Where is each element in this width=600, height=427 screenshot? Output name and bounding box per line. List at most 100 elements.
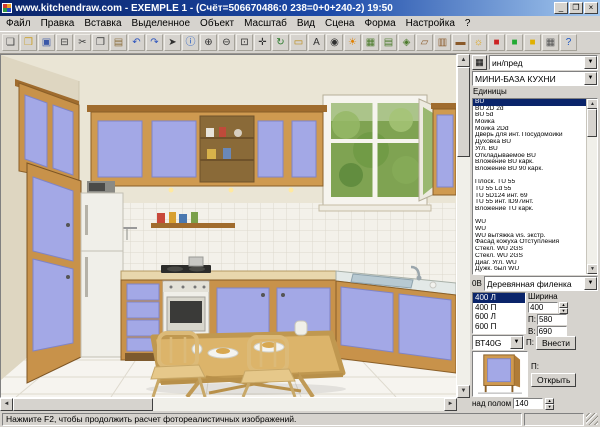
toolbar-button[interactable]: ↶ bbox=[128, 34, 145, 51]
hscroll-thumb[interactable] bbox=[13, 398, 153, 411]
list-item[interactable]: Откладываемое BU bbox=[473, 153, 586, 160]
list-scroll-thumb[interactable] bbox=[587, 109, 597, 137]
open-button[interactable]: Открыть bbox=[531, 373, 576, 387]
toolbar-button[interactable]: ▭ bbox=[290, 34, 307, 51]
menu-item[interactable]: Вставка bbox=[79, 17, 126, 30]
menu-item[interactable]: Объект bbox=[195, 17, 239, 30]
catalog-grid-button[interactable]: ▦ bbox=[472, 55, 487, 70]
menu-item[interactable]: Файл bbox=[1, 17, 36, 30]
scroll-up-icon[interactable]: ▲ bbox=[457, 54, 470, 67]
code-select[interactable]: ВТ40G ▼ bbox=[472, 335, 524, 350]
variant-item[interactable]: 600 П bbox=[473, 322, 525, 332]
design-canvas[interactable] bbox=[0, 54, 457, 398]
width-stepper[interactable]: ▲▼ bbox=[559, 302, 568, 313]
list-item[interactable]: Плоск. TU 55 bbox=[473, 179, 586, 186]
toolbar-button[interactable]: ↻ bbox=[272, 34, 289, 51]
toolbar-button[interactable]: ⊟ bbox=[56, 34, 73, 51]
chevron-down-icon[interactable]: ▼ bbox=[584, 56, 597, 69]
toolbar-button[interactable]: A bbox=[308, 34, 325, 51]
list-item[interactable]: Угл. BU bbox=[473, 146, 586, 153]
variant-item[interactable]: 600 Л bbox=[473, 312, 525, 322]
insert-button[interactable]: Внести bbox=[536, 336, 576, 350]
list-item[interactable]: WU вытяжка vis. экстр. bbox=[473, 233, 586, 240]
list-item[interactable]: WU bbox=[473, 219, 586, 226]
list-item[interactable]: BU 2D 2d bbox=[473, 106, 586, 113]
list-item[interactable]: Стекл. WU 2GS bbox=[473, 253, 586, 260]
list-vscrollbar[interactable]: ▲ ▼ bbox=[586, 99, 597, 274]
spin-down-icon[interactable]: ▼ bbox=[545, 404, 554, 410]
list-item[interactable]: Вложение BU 90 карк. bbox=[473, 166, 586, 173]
list-item[interactable]: Фасад кожуха Отступления bbox=[473, 239, 586, 246]
list-item[interactable]: Мойка bbox=[473, 119, 586, 126]
mode-select[interactable]: ин/пред ▼ bbox=[489, 55, 598, 70]
list-item[interactable] bbox=[473, 213, 586, 220]
toolbar-button[interactable]: ▱ bbox=[416, 34, 433, 51]
scroll-down-icon[interactable]: ▼ bbox=[457, 385, 470, 398]
toolbar-button[interactable]: ◉ bbox=[326, 34, 343, 51]
menu-item[interactable]: Настройка bbox=[401, 17, 460, 30]
list-item[interactable]: TU 55 Ld 55 bbox=[473, 186, 586, 193]
menu-item[interactable]: Масштаб bbox=[239, 17, 292, 30]
toolbar-button[interactable]: ▦ bbox=[542, 34, 559, 51]
minimize-button[interactable]: _ bbox=[554, 2, 568, 14]
list-item[interactable]: TU 55 инт. ID97инт. bbox=[473, 199, 586, 206]
width-field[interactable] bbox=[528, 302, 558, 313]
list-item[interactable]: BU 5d bbox=[473, 112, 586, 119]
toolbar-button[interactable]: ▤ bbox=[110, 34, 127, 51]
toolbar-button[interactable]: ■ bbox=[488, 34, 505, 51]
list-item[interactable]: BU bbox=[473, 99, 586, 106]
toolbar-button[interactable]: ❐ bbox=[92, 34, 109, 51]
vscroll-thumb[interactable] bbox=[457, 67, 470, 157]
list-item[interactable]: Дверь для инт. Посудомойки bbox=[473, 132, 586, 139]
floor-height-field[interactable] bbox=[513, 398, 543, 409]
toolbar-button[interactable]: ▦ bbox=[362, 34, 379, 51]
maximize-button[interactable]: ❐ bbox=[569, 2, 583, 14]
cabinet-preview[interactable] bbox=[472, 351, 528, 397]
catalog-select[interactable]: МИНИ-БАЗА КУХНИ ▼ bbox=[472, 71, 598, 86]
list-item[interactable]: Стекл. WU 2GS bbox=[473, 246, 586, 253]
toolbar-button[interactable]: ? bbox=[560, 34, 577, 51]
variant-item[interactable]: 400 П bbox=[473, 303, 525, 313]
toolbar-button[interactable]: ■ bbox=[506, 34, 523, 51]
toolbar-button[interactable]: ▣ bbox=[38, 34, 55, 51]
toolbar-button[interactable]: ▥ bbox=[434, 34, 451, 51]
list-item[interactable]: Вложение BU карк. bbox=[473, 159, 586, 166]
toolbar-button[interactable]: ▬ bbox=[452, 34, 469, 51]
toolbar-button[interactable]: ⓘ bbox=[182, 34, 199, 51]
toolbar-button[interactable]: ⊖ bbox=[218, 34, 235, 51]
list-item[interactable]: Дужк. был WU bbox=[473, 266, 586, 273]
toolbar-button[interactable]: ↷ bbox=[146, 34, 163, 51]
menu-item[interactable]: Форма bbox=[359, 17, 400, 30]
list-item[interactable] bbox=[473, 173, 586, 180]
toolbar-button[interactable]: ▤ bbox=[380, 34, 397, 51]
menu-item[interactable]: Выделенное bbox=[127, 17, 196, 30]
scroll-up-icon[interactable]: ▲ bbox=[587, 99, 598, 109]
toolbar-button[interactable]: ❒ bbox=[20, 34, 37, 51]
canvas-vscrollbar[interactable]: ▲ ▼ bbox=[457, 54, 470, 398]
toolbar-button[interactable]: ☼ bbox=[470, 34, 487, 51]
toolbar-button[interactable]: ✛ bbox=[254, 34, 271, 51]
toolbar-button[interactable]: ➤ bbox=[164, 34, 181, 51]
list-item[interactable]: Духовка BU bbox=[473, 139, 586, 146]
depth-field[interactable] bbox=[537, 314, 567, 325]
resize-grip[interactable] bbox=[586, 413, 598, 425]
list-item[interactable]: Мойка 2Dd bbox=[473, 126, 586, 133]
menu-item[interactable]: Вид bbox=[292, 17, 320, 30]
list-item[interactable]: Диаг. Угл. WU bbox=[473, 260, 586, 267]
chevron-down-icon[interactable]: ▼ bbox=[510, 336, 523, 349]
scroll-down-icon[interactable]: ▼ bbox=[587, 264, 598, 274]
list-item[interactable]: WU bbox=[473, 226, 586, 233]
chevron-down-icon[interactable]: ▼ bbox=[584, 277, 597, 290]
menu-item[interactable]: ? bbox=[460, 17, 476, 30]
floor-height-stepper[interactable]: ▲▼ bbox=[545, 398, 554, 409]
close-button[interactable]: × bbox=[584, 2, 598, 14]
chevron-down-icon[interactable]: ▼ bbox=[584, 72, 597, 85]
toolbar-button[interactable]: ✂ bbox=[74, 34, 91, 51]
list-item[interactable]: Вложение TU карк. bbox=[473, 206, 586, 213]
toolbar-button[interactable]: ⊕ bbox=[200, 34, 217, 51]
menu-item[interactable]: Правка bbox=[36, 17, 80, 30]
list-item[interactable]: TU 5D124 инт. 69 bbox=[473, 193, 586, 200]
menu-item[interactable]: Сцена bbox=[320, 17, 359, 30]
toolbar-button[interactable]: ⊡ bbox=[236, 34, 253, 51]
canvas-hscrollbar[interactable]: ◄ ► bbox=[0, 398, 457, 411]
